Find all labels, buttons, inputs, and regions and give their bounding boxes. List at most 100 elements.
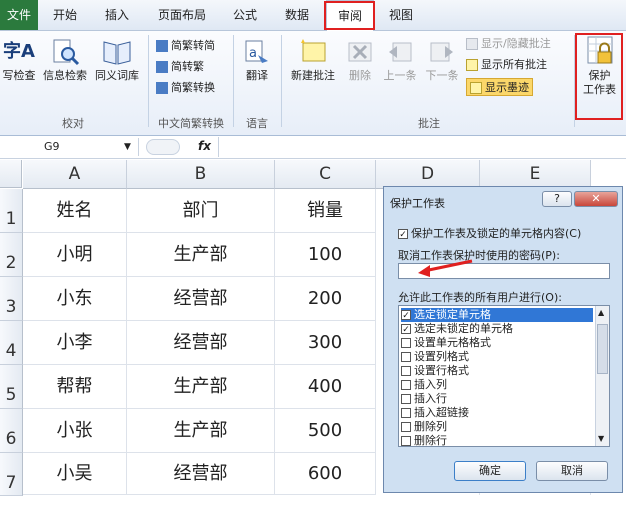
show-ink-button[interactable]: 显示墨迹: [466, 78, 533, 96]
next-comment-button[interactable]: 下一条: [422, 37, 462, 83]
checkbox-icon[interactable]: ✓: [401, 324, 411, 335]
cancel-button[interactable]: 取消: [536, 461, 608, 481]
show-all-comments-button[interactable]: 显示所有批注: [466, 56, 547, 74]
select-all-corner[interactable]: [0, 160, 22, 188]
cell-c5[interactable]: 400: [275, 365, 376, 409]
ok-button[interactable]: 确定: [454, 461, 526, 481]
permission-item[interactable]: ✓ 选定锁定单元格: [401, 308, 593, 322]
spelling-button[interactable]: 字A 写检查: [0, 37, 38, 83]
cell-a6[interactable]: 小张: [23, 409, 127, 453]
checkbox-icon[interactable]: [401, 352, 411, 362]
cell-c2[interactable]: 100: [275, 233, 376, 277]
tab-page-layout[interactable]: 页面布局: [146, 0, 218, 30]
cell-b7[interactable]: 经营部: [127, 453, 275, 495]
show-hide-comment-button[interactable]: 显示/隐藏批注: [466, 35, 551, 53]
cell-b2[interactable]: 生产部: [127, 233, 275, 277]
ribbon-tab-bar: 文件 开始 插入 页面布局 公式 数据 审阅 视图: [0, 0, 626, 31]
tab-view[interactable]: 视图: [378, 0, 424, 30]
new-comment-icon: [301, 39, 326, 62]
permission-label: 插入行: [414, 392, 447, 405]
cell-b4[interactable]: 经营部: [127, 321, 275, 365]
dialog-close-button[interactable]: ✕: [574, 191, 618, 207]
column-header-d[interactable]: D: [376, 160, 480, 189]
prev-comment-icon: [389, 42, 412, 62]
cell-a4[interactable]: 小李: [23, 321, 127, 365]
cell-a1[interactable]: 姓名: [23, 189, 127, 233]
checkbox-icon: ✓: [398, 229, 408, 240]
prev-comment-button[interactable]: 上一条: [380, 37, 420, 83]
cell-a7[interactable]: 小吴: [23, 453, 127, 495]
cell-a5[interactable]: 帮帮: [23, 365, 127, 409]
scroll-up-icon[interactable]: ▲: [598, 308, 604, 317]
column-header-c[interactable]: C: [275, 160, 376, 189]
column-header-b[interactable]: B: [127, 160, 275, 189]
column-header-a[interactable]: A: [23, 160, 127, 189]
row-header-5[interactable]: 5: [0, 365, 23, 409]
translate-label: 翻译: [246, 69, 268, 82]
name-box[interactable]: G9 ▼: [0, 138, 139, 156]
permissions-list[interactable]: ✓ 选定锁定单元格 ✓ 选定未锁定的单元格 设置单元格格式 设置列格式 设置行格式 …: [398, 305, 610, 447]
tab-file[interactable]: 文件: [0, 0, 38, 30]
row-header-1[interactable]: 1: [0, 189, 23, 233]
permission-item[interactable]: 设置行格式: [401, 364, 593, 378]
cell-b1[interactable]: 部门: [127, 189, 275, 233]
checkbox-icon[interactable]: [401, 408, 411, 418]
permission-item[interactable]: 插入列: [401, 378, 593, 392]
row-header-7[interactable]: 7: [0, 453, 23, 496]
cell-c3[interactable]: 200: [275, 277, 376, 321]
permission-item[interactable]: 删除行: [401, 434, 593, 446]
permission-item[interactable]: ✓ 选定未锁定的单元格: [401, 322, 593, 336]
checkbox-icon[interactable]: [401, 338, 411, 348]
row-header-6[interactable]: 6: [0, 409, 23, 453]
cell-a2[interactable]: 小明: [23, 233, 127, 277]
cell-b6[interactable]: 生产部: [127, 409, 275, 453]
permission-item[interactable]: 删除列: [401, 420, 593, 434]
permission-item[interactable]: 插入行: [401, 392, 593, 406]
research-label: 信息检索: [43, 69, 87, 82]
cell-c6[interactable]: 500: [275, 409, 376, 453]
checkbox-icon[interactable]: ✓: [401, 310, 411, 321]
formula-input[interactable]: [218, 137, 626, 157]
fx-icon[interactable]: fx: [198, 139, 211, 153]
translate-button[interactable]: a 翻译: [238, 37, 276, 83]
cell-b3[interactable]: 经营部: [127, 277, 275, 321]
scroll-down-icon[interactable]: ▼: [598, 434, 604, 443]
delete-comment-button[interactable]: 删除: [342, 37, 378, 83]
new-comment-button[interactable]: 新建批注: [286, 37, 340, 83]
cell-a3[interactable]: 小东: [23, 277, 127, 321]
cell-c1[interactable]: 销量: [275, 189, 376, 233]
permission-item[interactable]: 插入超链接: [401, 406, 593, 420]
chinese-convert-button[interactable]: 简繁转换: [156, 79, 215, 97]
row-header-4[interactable]: 4: [0, 321, 23, 365]
permissions-scrollbar[interactable]: ▲ ▼: [595, 306, 609, 446]
protect-sheet-dialog: 保护工作表 ? ✕ ✓ 保护工作表及锁定的单元格内容(C) 取消工作表保护时使用的…: [383, 186, 623, 493]
cell-c7[interactable]: 600: [275, 453, 376, 495]
checkbox-icon[interactable]: [401, 422, 411, 432]
new-comment-label: 新建批注: [291, 69, 335, 82]
formula-bar-handle[interactable]: [146, 139, 180, 155]
simp-to-trad-button[interactable]: 简转繁: [156, 58, 204, 76]
trad-to-simp-button[interactable]: 简繁转简: [156, 37, 215, 55]
row-header-2[interactable]: 2: [0, 233, 23, 277]
dialog-help-button[interactable]: ?: [542, 191, 572, 207]
protect-contents-checkbox[interactable]: ✓ 保护工作表及锁定的单元格内容(C): [398, 225, 581, 241]
group-separator: [148, 35, 149, 127]
tab-insert[interactable]: 插入: [92, 0, 142, 30]
checkbox-icon[interactable]: [401, 380, 411, 390]
chevron-down-icon[interactable]: ▼: [124, 138, 131, 156]
permission-item[interactable]: 设置单元格格式: [401, 336, 593, 350]
tab-formulas[interactable]: 公式: [222, 0, 268, 30]
row-header-3[interactable]: 3: [0, 277, 23, 321]
permission-item[interactable]: 设置列格式: [401, 350, 593, 364]
thesaurus-button[interactable]: 同义词库: [92, 37, 142, 83]
column-header-e[interactable]: E: [480, 160, 591, 189]
cell-c4[interactable]: 300: [275, 321, 376, 365]
cell-b5[interactable]: 生产部: [127, 365, 275, 409]
tab-home[interactable]: 开始: [40, 0, 90, 30]
checkbox-icon[interactable]: [401, 394, 411, 404]
research-button[interactable]: 信息检索: [40, 37, 90, 83]
checkbox-icon[interactable]: [401, 436, 411, 446]
scrollbar-thumb[interactable]: [597, 324, 608, 374]
tab-data[interactable]: 数据: [274, 0, 320, 30]
checkbox-icon[interactable]: [401, 366, 411, 376]
